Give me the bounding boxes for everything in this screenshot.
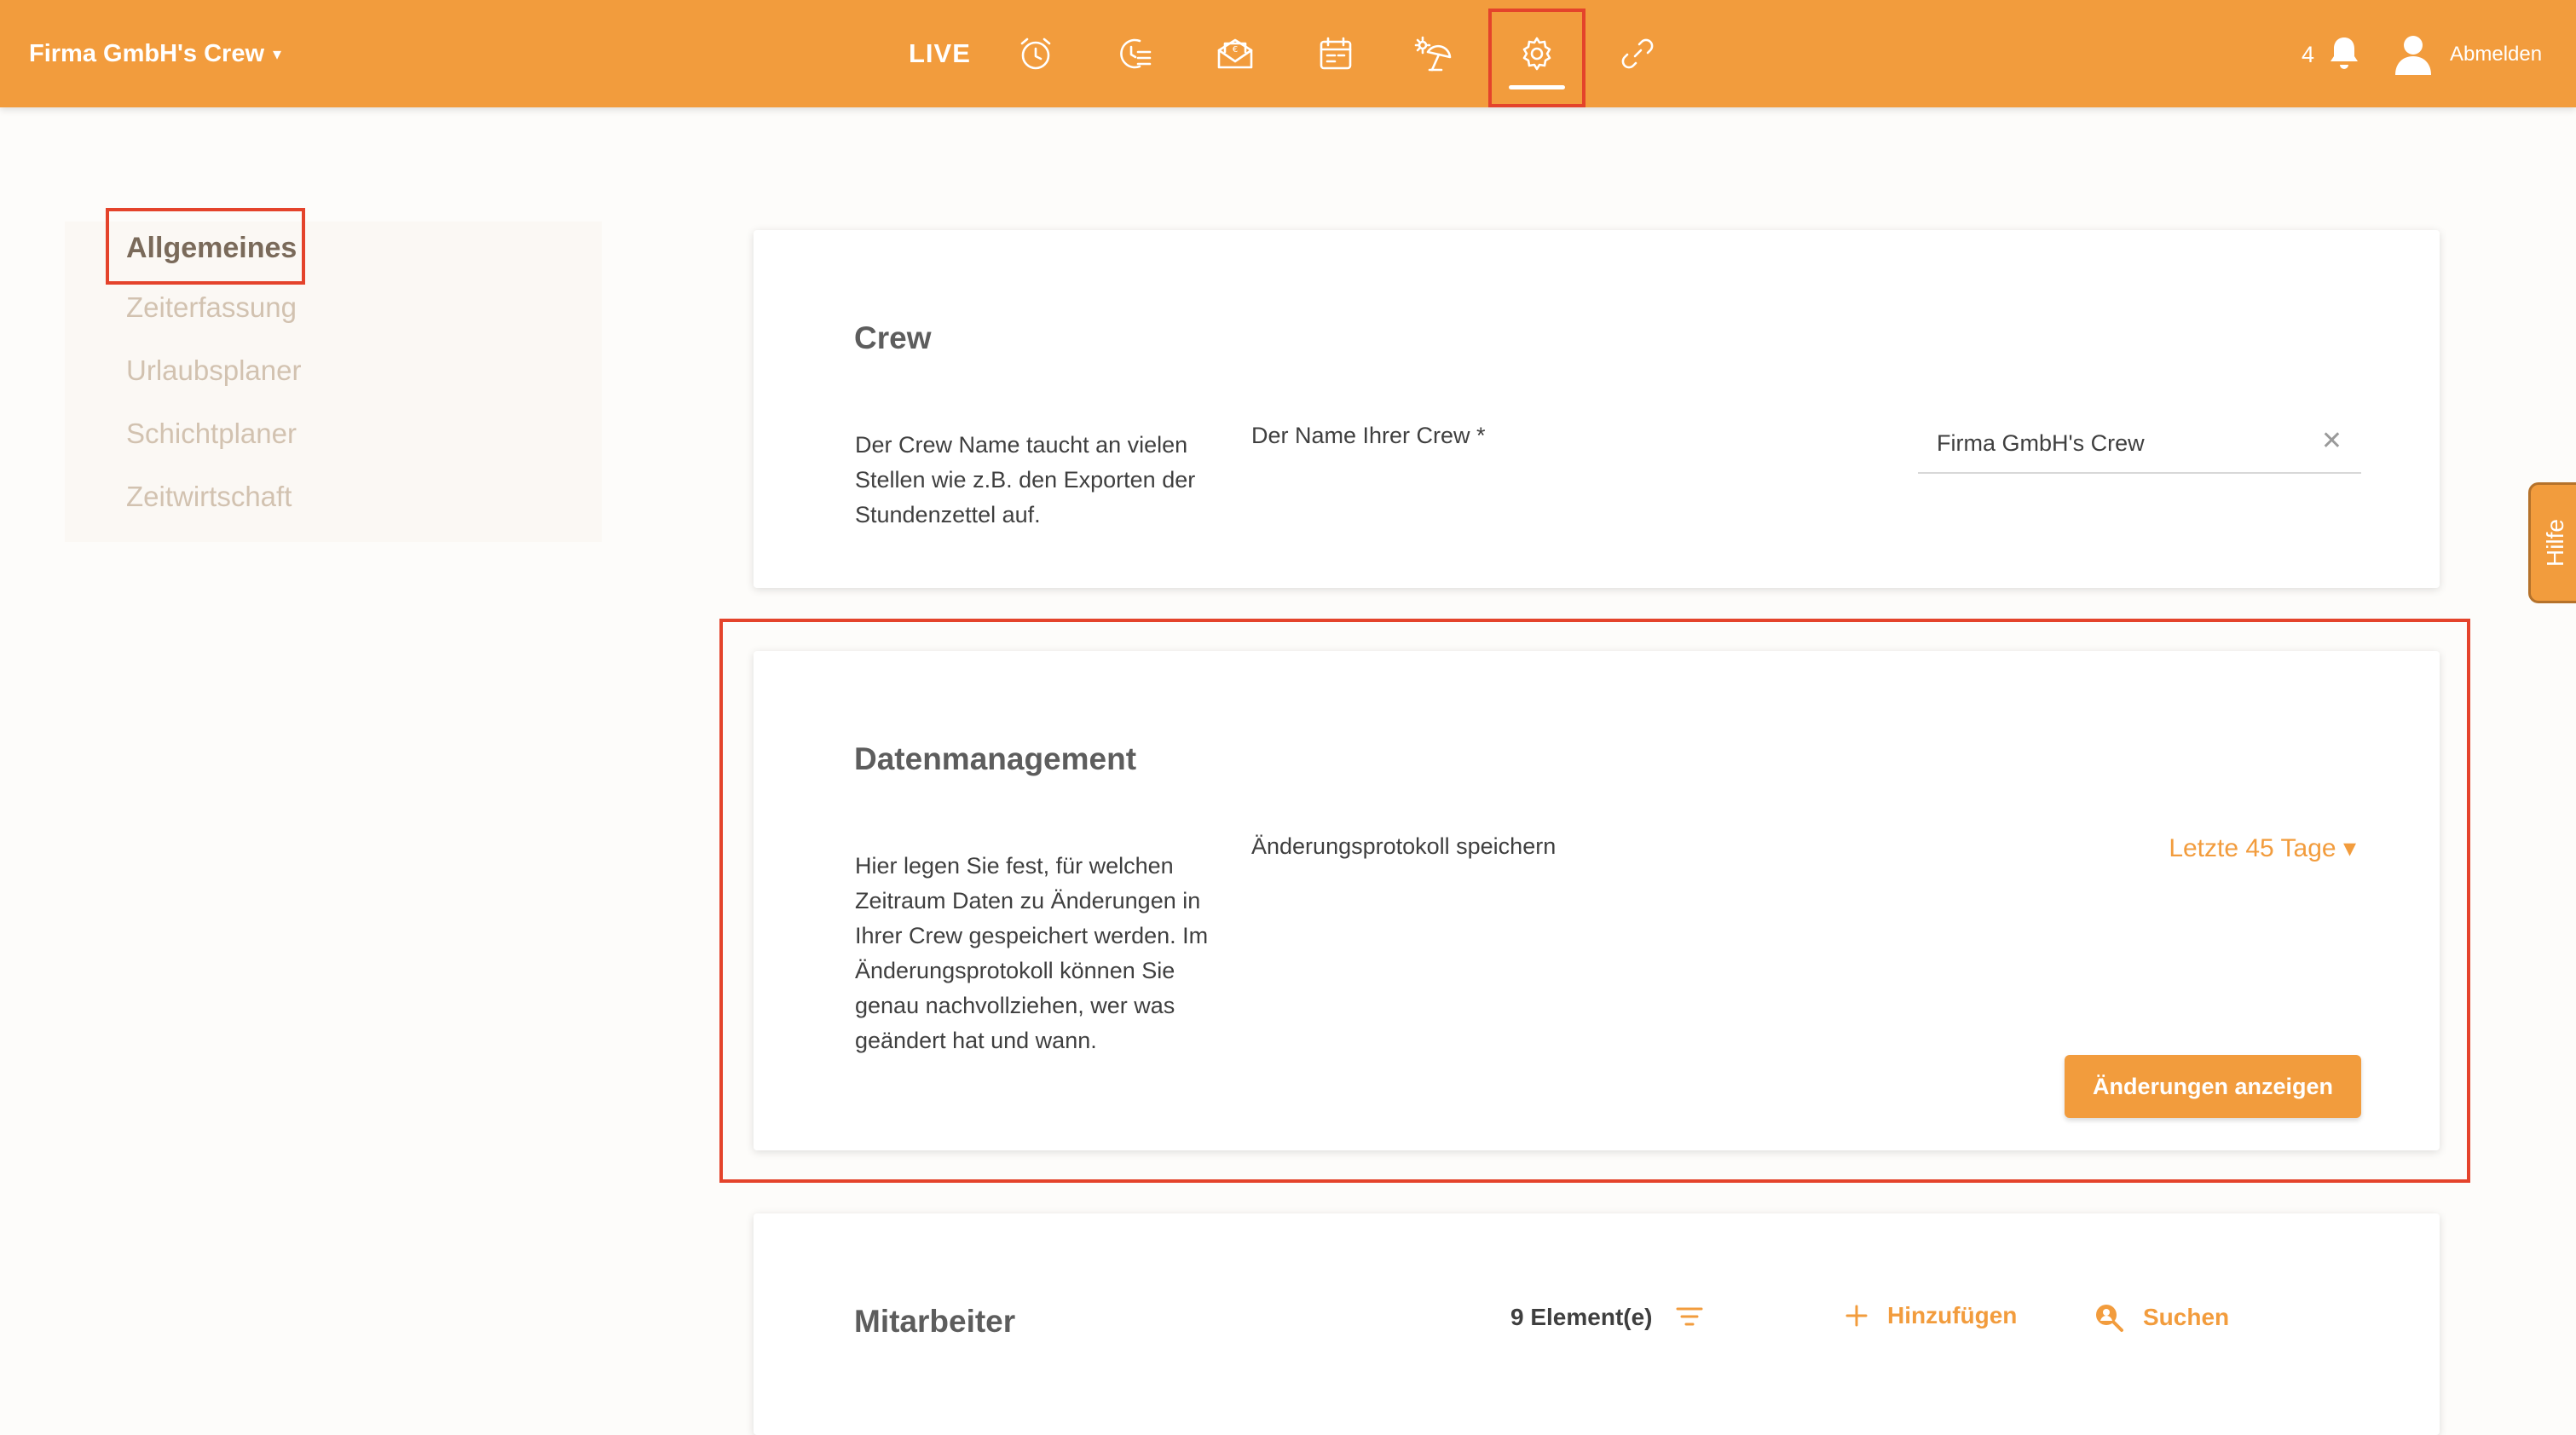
crew-name: Firma GmbH's Crew [29, 40, 265, 67]
search-employee-button[interactable]: Suchen [2094, 1302, 2229, 1333]
payroll-envelope-icon[interactable]: € [1205, 26, 1265, 82]
employees-card-title: Mitarbeiter [854, 1304, 1016, 1339]
crew-name-label: Der Name Ihrer Crew * [1251, 423, 1486, 448]
sidebar-item-zeitwirtschaft[interactable]: Zeitwirtschaft [126, 481, 292, 513]
employee-count: 9 Element(e) [1510, 1304, 1653, 1330]
crew-card: Crew Der Crew Name taucht an vielen Stel… [754, 230, 2440, 588]
crew-card-title: Crew [854, 320, 932, 355]
crew-name-field[interactable]: ✕ [1918, 418, 2361, 474]
change-log-label: Änderungsprotokoll speichern [1251, 833, 1557, 859]
add-employee-label: Hinzufügen [1887, 1302, 2018, 1328]
chevron-down-icon: ▾ [2342, 834, 2356, 862]
sidebar-active-highlight [106, 208, 305, 285]
employees-card: Mitarbeiter 9 Element(e) Hinzufügen Such… [754, 1213, 2440, 1435]
crew-selector[interactable]: Firma GmbH's Crew ▾ [29, 34, 281, 73]
add-employee-button[interactable]: Hinzufügen [1845, 1302, 2017, 1329]
sidebar-item-schichtplaner[interactable]: Schichtplaner [126, 418, 297, 450]
crew-name-input[interactable] [1918, 418, 2312, 469]
chevron-down-icon: ▾ [273, 45, 282, 64]
active-nav-highlight [1488, 9, 1585, 107]
vacation-umbrella-icon[interactable] [1405, 26, 1464, 82]
logout-link[interactable]: Abmelden [2450, 37, 2542, 72]
top-bar: Firma GmbH's Crew ▾ LIVE € 4 Abmelden [0, 0, 2576, 107]
help-tab-label: Hilfe [2541, 518, 2568, 568]
help-tab[interactable]: Hilfe [2528, 482, 2576, 603]
crew-card-description: Der Crew Name taucht an vielen Stellen w… [855, 432, 1196, 527]
search-employee-label: Suchen [2143, 1304, 2230, 1330]
clear-icon[interactable]: ✕ [2321, 426, 2342, 456]
show-changes-button[interactable]: Änderungen anzeigen [2065, 1055, 2361, 1118]
user-search-icon [2096, 1305, 2123, 1332]
sidebar-item-zeiterfassung[interactable]: Zeiterfassung [126, 291, 297, 324]
calendar-icon[interactable] [1306, 26, 1366, 82]
timesheet-icon[interactable] [1105, 26, 1164, 82]
retention-period-select[interactable]: Letzte 45 Tage ▾ [2169, 833, 2356, 863]
avatar-icon[interactable] [2394, 32, 2433, 75]
svg-text:€: € [1233, 45, 1238, 55]
sidebar-item-urlaubsplaner[interactable]: Urlaubsplaner [126, 354, 301, 387]
nav-live[interactable]: LIVE [909, 32, 971, 75]
data-card-title: Datenmanagement [854, 741, 1137, 776]
data-card-description: Hier legen Sie fest, für welchen Zeitrau… [855, 853, 1209, 1053]
retention-period-value: Letzte 45 Tage [2169, 834, 2336, 862]
bell-icon[interactable] [2327, 34, 2361, 72]
alarm-clock-icon[interactable] [1006, 26, 1066, 82]
data-management-card: Datenmanagement Hier legen Sie fest, für… [754, 651, 2440, 1150]
link-icon[interactable] [1608, 26, 1667, 82]
notification-count: 4 [2302, 42, 2315, 67]
filter-icon[interactable] [1672, 1300, 1707, 1334]
plus-icon [1845, 1305, 1868, 1327]
